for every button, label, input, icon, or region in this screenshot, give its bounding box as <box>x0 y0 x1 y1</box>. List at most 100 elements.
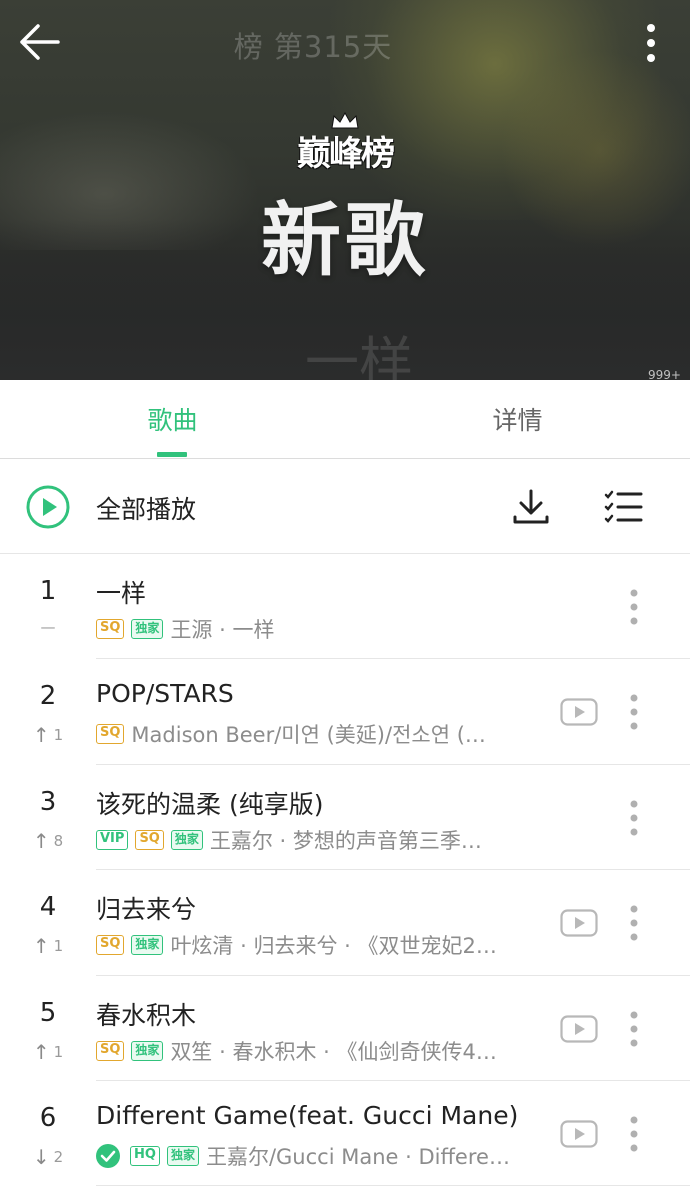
more-vertical-icon <box>630 800 638 836</box>
song-artist-album: 双笙 · 春水积木 · 《仙剑奇侠传4… <box>170 1039 497 1064</box>
mv-button[interactable] <box>560 909 598 937</box>
rank-change: ↓ 2 <box>18 1145 78 1169</box>
rank-change-value: 1 <box>53 726 64 745</box>
song-row[interactable]: 6 ↓ 2 Different Game(feat. Gucci Mane) HQ 独家王… <box>0 1081 690 1187</box>
rank-change-value: 8 <box>53 831 64 850</box>
song-row[interactable]: 3 ↑ 8 该死的温柔 (纯享版) VIP SQ 独家 王嘉尔 · 梦想的声音第三季… <box>0 765 690 871</box>
song-meta: SQ 独家 叶炫清 · 归去来兮 · 《双世宠妃2… <box>96 930 536 960</box>
song-meta: HQ 独家 王嘉尔/Gucci Mane · Differe… <box>96 1141 536 1171</box>
sq-badge: SQ <box>96 1040 125 1061</box>
rank-change: ↑ 1 <box>18 1040 78 1064</box>
chart-header: 榜 第315天 巅峰榜 新歌 一样 999+ <box>0 0 690 380</box>
sq-badge: SQ <box>96 724 125 745</box>
song-title[interactable]: 归去来兮 <box>96 890 546 926</box>
rank-change-value: 1 <box>53 937 64 956</box>
more-menu-button[interactable] <box>636 22 666 64</box>
song-more-button[interactable] <box>624 799 644 837</box>
song-artist-album: 王嘉尔 · 梦想的声音第三季… <box>209 828 482 853</box>
video-play-icon <box>560 909 598 937</box>
rank-change: ↑ 8 <box>18 829 78 853</box>
sq-badge: SQ <box>96 935 125 956</box>
song-meta: SQ 独家 双笙 · 春水积木 · 《仙剑奇侠传4… <box>96 1036 536 1066</box>
mv-button[interactable] <box>560 1014 598 1043</box>
play-all-label[interactable]: 全部播放 <box>96 490 196 526</box>
song-more-button[interactable] <box>624 1010 644 1048</box>
chart-name: 新歌 <box>261 194 429 287</box>
song-meta: SQ 独家 王源 · 一样 <box>96 614 536 644</box>
vip-badge: VIP <box>96 829 129 850</box>
comment-count: 999+ <box>648 368 681 380</box>
song-title[interactable]: 春水积木 <box>96 996 546 1032</box>
sq-badge: SQ <box>96 619 125 639</box>
exclusive-badge: 独家 <box>166 1145 199 1166</box>
tab-indicator <box>157 452 187 457</box>
arrow-up-icon: ↑ <box>32 934 50 959</box>
song-rank: 2 <box>39 681 57 712</box>
arrow-down-icon: ↓ <box>32 1144 50 1169</box>
song-meta: SQ Madison Beer/미연 (美延)/전소연 (… <box>96 719 536 749</box>
rank-change: — <box>18 618 78 636</box>
song-artist-album: 叶炫清 · 归去来兮 · 《双世宠妃2… <box>170 934 497 959</box>
tab-songs[interactable]: 歌曲 <box>0 380 345 458</box>
header-title: 榜 第315天 <box>233 30 393 64</box>
arrow-up-icon: ↑ <box>32 723 50 748</box>
song-more-button[interactable] <box>624 1115 644 1153</box>
song-row[interactable]: 2 ↑ 1 POP/STARS SQ Madison Beer/미연 (美延)/전소연 (… <box>0 659 690 765</box>
cover-watermark: 一样 <box>305 331 413 380</box>
song-title[interactable]: 该死的温柔 (纯享版) <box>96 785 546 821</box>
song-meta: VIP SQ 独家 王嘉尔 · 梦想的声音第三季… <box>96 825 536 855</box>
song-more-button[interactable] <box>624 588 644 626</box>
song-rank: 4 <box>39 892 57 923</box>
peak-chart-logo: 巅峰榜 <box>280 112 410 174</box>
row-divider <box>96 1185 690 1187</box>
play-all-button[interactable] <box>25 484 71 530</box>
song-rank: 3 <box>39 786 57 817</box>
exclusive-badge: 独家 <box>131 1040 164 1061</box>
video-play-icon <box>560 1120 598 1148</box>
exclusive-badge: 独家 <box>131 935 164 956</box>
video-play-icon <box>560 698 598 726</box>
more-vertical-icon <box>630 1011 638 1047</box>
arrow-up-icon: ↑ <box>32 1039 50 1064</box>
exclusive-badge: 独家 <box>131 619 164 639</box>
song-title[interactable]: 一样 <box>96 574 546 610</box>
download-button[interactable] <box>511 487 551 527</box>
play-circle-icon <box>26 485 70 529</box>
song-row[interactable]: 4 ↑ 1 归去来兮 SQ 独家 叶炫清 · 归去来兮 · 《双世宠妃2… <box>0 870 690 976</box>
tab-details[interactable]: 详情 <box>345 380 690 458</box>
more-vertical-icon <box>630 589 638 625</box>
song-list: 1— 一样 SQ 独家 王源 · 一样 2 ↑ 1 POP/STARS SQ Madison Bee… <box>0 554 690 1187</box>
mv-button[interactable] <box>560 1120 598 1148</box>
song-title[interactable]: Different Game(feat. Gucci Mane) <box>96 1101 546 1130</box>
arrow-up-icon: ↑ <box>32 828 50 853</box>
tab-bar: 歌曲 详情 <box>0 380 690 459</box>
more-vertical-icon <box>647 24 655 62</box>
song-artist-album: 王源 · 一样 <box>170 618 275 642</box>
song-row[interactable]: 1 — 一样 SQ 独家 王源 · 一样 <box>0 554 690 660</box>
exclusive-badge: 独家 <box>170 829 203 850</box>
mv-button[interactable] <box>560 698 598 726</box>
rank-unchanged: — <box>40 618 56 636</box>
play-all-bar: 全部播放 <box>0 459 690 554</box>
rank-change-value: 1 <box>53 1042 64 1061</box>
song-title[interactable]: POP/STARS <box>96 679 546 708</box>
more-vertical-icon <box>630 905 638 941</box>
multi-select-button[interactable] <box>603 489 643 525</box>
song-rank: 5 <box>39 997 57 1028</box>
sq-badge: SQ <box>135 829 164 850</box>
video-play-icon <box>560 1014 598 1043</box>
more-vertical-icon <box>630 694 638 730</box>
rank-change-value: 2 <box>53 1147 64 1166</box>
song-artist-album: Madison Beer/미연 (美延)/전소연 (… <box>131 723 486 748</box>
download-icon <box>513 489 549 524</box>
song-row[interactable]: 5 ↑ 1 春水积木 SQ 独家 双笙 · 春水积木 · 《仙剑奇侠传4… <box>0 976 690 1081</box>
song-more-button[interactable] <box>624 693 644 731</box>
song-rank: 6 <box>39 1102 57 1133</box>
rank-change: ↑ 1 <box>18 934 78 958</box>
chart-page: 榜 第315天 巅峰榜 新歌 一样 999+ 歌曲 详情 全部播放 1 — 一样… <box>0 0 690 1197</box>
song-artist-album: 王嘉尔/Gucci Mane · Differe… <box>205 1144 510 1169</box>
logo-text: 巅峰榜 <box>297 134 395 174</box>
checklist-icon <box>604 490 643 523</box>
song-rank: 1 <box>39 576 57 606</box>
song-more-button[interactable] <box>624 904 644 942</box>
